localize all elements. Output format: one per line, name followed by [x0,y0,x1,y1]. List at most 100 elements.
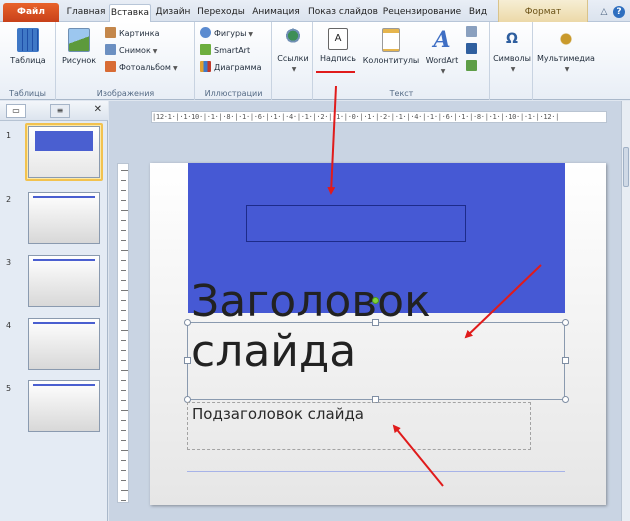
tab-slideshow[interactable]: Показ слайдов [306,4,380,22]
group-images: Рисунок Картинка Снимок ▼ Фотоальбом ▼ Изо… [57,22,195,100]
thumbnail-title-bar [33,384,95,386]
close-icon[interactable]: ✕ [94,104,102,115]
scrollbar-thumb[interactable] [623,147,629,187]
vertical-ruler [117,163,129,503]
resize-handle[interactable] [562,396,569,403]
symbols-button[interactable]: Ω Символы ▼ [492,28,532,75]
resize-handle[interactable] [184,319,191,326]
ruler-tick [121,270,126,271]
footer-divider-line [187,471,565,472]
help-icon[interactable]: ? [613,6,625,18]
tab-view[interactable]: Вид [466,4,490,22]
clipart-icon [105,27,116,38]
ruler-tick [121,490,128,491]
ruler-tick [121,410,128,411]
textbox-button-label: Надпись [320,54,356,63]
header-footer-button[interactable]: Колонтитулы [360,28,422,66]
tab-design[interactable]: Дизайн [153,4,193,22]
chevron-down-icon: ▼ [440,68,446,75]
slide-number-1: 1 [6,131,12,140]
ruler-tick [121,210,128,211]
group-media: Мультимедиа ▼ [534,22,598,100]
inserted-textbox[interactable] [246,205,466,242]
clipart-button[interactable]: Картинка [105,26,159,42]
group-links: Ссылки ▼ [273,22,313,100]
header-footer-button-label: Колонтитулы [362,56,420,65]
tab-animations[interactable]: Анимация [248,4,304,22]
slide-thumbnail-1[interactable] [28,126,100,178]
chevron-down-icon: ▼ [291,66,297,73]
textbox-button[interactable]: A Надпись [316,28,360,64]
wordart-button[interactable]: A WordArt ▼ [422,28,462,77]
links-icon [284,28,302,50]
resize-handle[interactable] [372,319,379,326]
ribbon: Таблица Таблицы Рисунок Картинка Снимок ▼… [0,22,630,100]
slide-number-2: 2 [6,195,12,204]
links-button[interactable]: Ссылки ▼ [275,28,311,75]
group-tables-label: Таблицы [9,89,46,98]
tab-insert[interactable]: Вставка [109,4,151,22]
date-time-icon[interactable] [466,25,482,39]
ruler-tick [121,200,126,201]
slide-thumbnail-2[interactable] [28,192,100,244]
slide-thumbnail-3[interactable] [28,255,100,307]
ruler-tick [121,460,126,461]
speaker-icon [557,28,575,50]
resize-handle[interactable] [562,319,569,326]
tab-home[interactable]: Главная [64,4,108,22]
tab-transitions[interactable]: Переходы [195,4,247,22]
slide-canvas[interactable]: Заголовок слайда Подзаголовок слайда [150,163,606,505]
photo-album-button[interactable]: Фотоальбом ▼ [105,60,178,76]
ruler-tick [121,380,126,381]
slide-subtitle-placeholder[interactable]: Подзаголовок слайда [192,405,364,423]
ruler-tick [121,260,126,261]
ruler-tick [121,440,126,441]
object-icon[interactable] [466,59,482,73]
resize-handle[interactable] [184,357,191,364]
picture-button[interactable]: Рисунок [59,28,99,66]
slide-number-icon[interactable] [466,42,482,56]
chevron-down-icon: ▼ [152,48,158,55]
header-footer-icon [382,28,400,52]
tab-review[interactable]: Рецензирование [382,4,462,22]
shapes-button[interactable]: Фигуры ▼ [200,26,253,42]
chart-button[interactable]: Диаграмма [200,60,262,76]
slides-view-tab[interactable]: ▭ [6,104,26,118]
thumbnail-title-bar [33,196,95,198]
tab-file[interactable]: Файл [3,3,59,22]
photo-album-button-label: Фотоальбом [119,63,171,72]
slide-title-placeholder[interactable]: Заголовок слайда [191,277,571,377]
textbox-icon: A [328,28,348,50]
ruler-tick [121,350,126,351]
ruler-tick [121,220,126,221]
resize-handle[interactable] [562,357,569,364]
vertical-scrollbar[interactable] [621,101,630,521]
ruler-tick [121,360,126,361]
symbols-button-label: Символы [493,54,531,63]
tab-format[interactable]: Формат [508,4,578,22]
table-button-label: Таблица [10,56,46,65]
wordart-icon: A [433,27,451,53]
minimize-ribbon-icon[interactable]: △ [598,6,610,18]
media-button-label: Мультимедиа [537,54,595,63]
media-button[interactable]: Мультимедиа ▼ [536,28,596,75]
chevron-down-icon: ▼ [248,31,254,38]
slides-pane-tabs: ▭ ≡ ✕ [0,101,108,121]
slide-thumbnail-4[interactable] [28,318,100,370]
ruler-tick [121,300,126,301]
table-button[interactable]: Таблица [4,28,52,66]
ruler-tick [121,430,126,431]
screenshot-button[interactable]: Снимок ▼ [105,43,157,59]
ruler-tick [121,470,126,471]
slide-number-5: 5 [6,384,12,393]
ruler-tick [121,230,126,231]
slide-thumbnail-5[interactable] [28,380,100,432]
rotation-handle[interactable] [372,297,379,304]
ruler-tick [121,320,126,321]
smartart-button[interactable]: SmartArt [200,43,250,59]
thumbnail-title-bar [33,322,95,324]
outline-view-tab[interactable]: ≡ [50,104,70,118]
ruler-tick [121,400,126,401]
shapes-icon [200,27,211,38]
chevron-down-icon: ▼ [172,65,178,72]
